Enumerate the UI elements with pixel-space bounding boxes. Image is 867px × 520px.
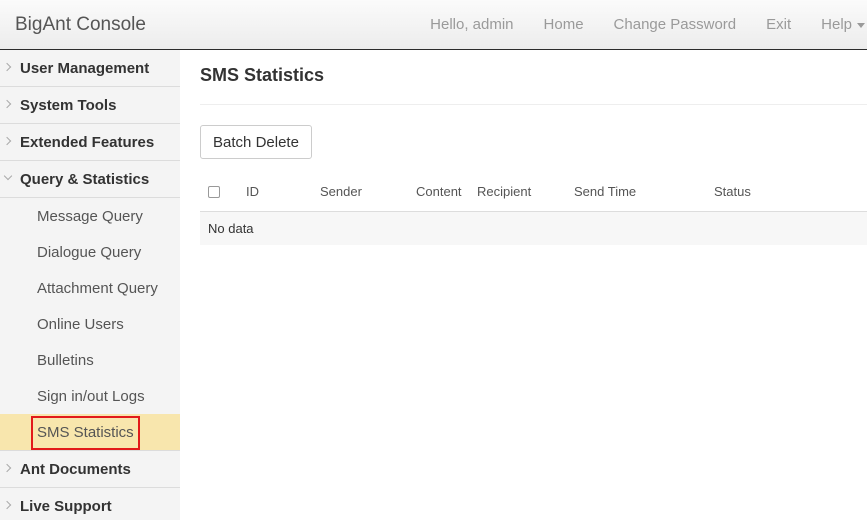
sidebar-group-label: Query & Statistics	[20, 170, 150, 188]
column-header-status[interactable]: Status	[714, 184, 751, 199]
sidebar-group-ant-documents[interactable]: Ant Documents	[0, 451, 180, 488]
top-nav-links: Hello, admin Home Change Password Exit H…	[415, 0, 867, 50]
sidebar-item-dialogue-query[interactable]: Dialogue Query	[0, 234, 180, 270]
chevron-right-icon	[2, 463, 12, 473]
table-header: ID Sender Content Recipient Send Time St…	[200, 172, 867, 212]
brand-title[interactable]: BigAnt Console	[15, 14, 146, 36]
sidebar-group-label: Extended Features	[20, 133, 155, 151]
chevron-right-icon	[2, 500, 12, 510]
chevron-down-icon	[3, 171, 13, 181]
help-menu[interactable]: Help	[806, 0, 867, 50]
sidebar: User Management System Tools Extended Fe…	[0, 50, 180, 520]
sidebar-item-label: Dialogue Query	[37, 243, 142, 261]
greeting-link[interactable]: Hello, admin	[415, 0, 528, 50]
chevron-right-icon	[2, 62, 12, 72]
column-header-content[interactable]: Content	[416, 184, 462, 199]
caret-down-icon	[857, 22, 865, 28]
sidebar-item-sms-statistics[interactable]: SMS Statistics	[0, 414, 180, 450]
query-statistics-submenu: Message Query Dialogue Query Attachment …	[0, 198, 180, 451]
home-link[interactable]: Home	[529, 0, 599, 50]
batch-delete-button[interactable]: Batch Delete	[200, 125, 312, 159]
sidebar-group-user-management[interactable]: User Management	[0, 50, 180, 87]
sidebar-group-label: System Tools	[20, 96, 117, 114]
column-header-send-time[interactable]: Send Time	[574, 184, 636, 199]
sidebar-item-attachment-query[interactable]: Attachment Query	[0, 270, 180, 306]
help-label: Help	[821, 16, 852, 33]
top-navbar: BigAnt Console Hello, admin Home Change …	[0, 0, 867, 50]
sidebar-item-label: Bulletins	[37, 351, 94, 369]
page-title: SMS Statistics	[200, 65, 325, 85]
empty-message: No data	[208, 221, 254, 236]
select-all-checkbox[interactable]	[208, 186, 220, 198]
sidebar-item-label: Online Users	[37, 315, 124, 333]
sidebar-item-label: Sign in/out Logs	[37, 387, 145, 405]
sidebar-item-sign-in-out-logs[interactable]: Sign in/out Logs	[0, 378, 180, 414]
title-divider	[200, 104, 867, 105]
chevron-right-icon	[2, 136, 12, 146]
main-content: SMS Statistics Batch Delete ID Sender Co…	[200, 50, 867, 520]
sidebar-group-live-support[interactable]: Live Support	[0, 488, 180, 520]
sidebar-group-label: User Management	[20, 59, 150, 77]
sidebar-item-bulletins[interactable]: Bulletins	[0, 342, 180, 378]
table-empty-row: No data	[200, 212, 867, 245]
sidebar-item-label: SMS Statistics	[37, 423, 134, 441]
column-header-id[interactable]: ID	[246, 184, 259, 199]
sidebar-item-message-query[interactable]: Message Query	[0, 198, 180, 234]
change-password-link[interactable]: Change Password	[599, 0, 752, 50]
column-header-recipient[interactable]: Recipient	[477, 184, 531, 199]
sidebar-item-online-users[interactable]: Online Users	[0, 306, 180, 342]
sidebar-group-label: Ant Documents	[20, 460, 131, 478]
sidebar-item-label: Attachment Query	[37, 279, 158, 297]
sidebar-item-label: Message Query	[37, 207, 143, 225]
chevron-right-icon	[2, 99, 12, 109]
sidebar-group-query-statistics[interactable]: Query & Statistics	[0, 161, 180, 198]
sidebar-group-system-tools[interactable]: System Tools	[0, 87, 180, 124]
exit-link[interactable]: Exit	[751, 0, 806, 50]
column-header-sender[interactable]: Sender	[320, 184, 362, 199]
sidebar-group-label: Live Support	[20, 497, 112, 515]
sidebar-group-extended-features[interactable]: Extended Features	[0, 124, 180, 161]
sms-table: ID Sender Content Recipient Send Time St…	[200, 172, 867, 245]
